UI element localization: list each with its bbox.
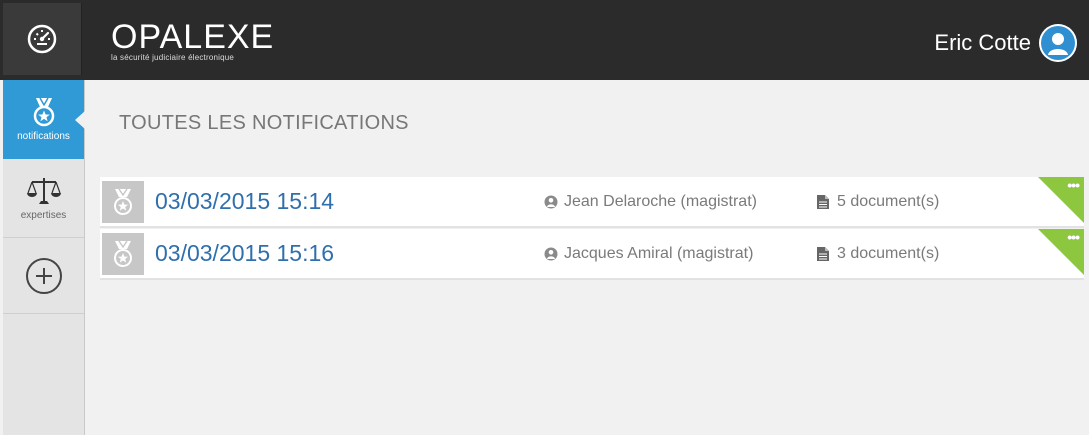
notification-documents: 5 document(s) xyxy=(817,193,939,211)
sidebar-item-label: notifications xyxy=(17,131,70,142)
sidebar-item-label: expertises xyxy=(20,209,67,221)
user-menu[interactable]: Eric Cotte xyxy=(934,23,1077,63)
user-name: Eric Cotte xyxy=(934,30,1031,55)
notification-list: 03/03/2015 15:14 Jean Delaroche (magistr… xyxy=(100,177,1084,281)
page-title: TOUTES LES NOTIFICATIONS xyxy=(119,112,409,134)
user-icon xyxy=(544,247,558,261)
speedometer-icon xyxy=(27,24,57,54)
notification-author: Jacques Amiral (magistrat) xyxy=(544,245,753,263)
author-name: Jean Delaroche (magistrat) xyxy=(564,193,757,210)
notification-date-link[interactable]: 03/03/2015 15:14 xyxy=(155,188,334,215)
documents-count: 3 document(s) xyxy=(837,245,940,262)
sidebar-item-expertises[interactable]: expertises xyxy=(3,159,84,238)
notification-documents: 3 document(s) xyxy=(817,245,939,263)
notification-row[interactable]: 03/03/2015 15:14 Jean Delaroche (magistr… xyxy=(100,177,1084,228)
document-icon xyxy=(817,247,829,261)
dashboard-button[interactable] xyxy=(3,3,82,75)
more-icon[interactable]: ••• xyxy=(1067,230,1080,244)
brand-logo[interactable]: OPALEXE la sécurité judiciaire électroni… xyxy=(111,20,274,62)
plus-circle-icon xyxy=(25,257,62,294)
brand-name: OPALEXE xyxy=(111,18,275,56)
sidebar: notifications expertises xyxy=(3,80,85,435)
user-avatar-icon[interactable] xyxy=(1039,24,1077,62)
document-icon xyxy=(817,195,829,209)
top-bar: OPALEXE la sécurité judiciaire électroni… xyxy=(0,0,1089,80)
notification-date-link[interactable]: 03/03/2015 15:16 xyxy=(155,240,334,267)
sidebar-item-notifications[interactable]: notifications xyxy=(3,80,85,159)
add-button[interactable] xyxy=(3,238,84,314)
more-icon[interactable]: ••• xyxy=(1067,178,1080,192)
medal-icon xyxy=(33,97,54,127)
documents-count: 5 document(s) xyxy=(837,193,940,210)
scales-icon xyxy=(26,177,61,204)
medal-icon xyxy=(102,233,144,275)
notification-row[interactable]: 03/03/2015 15:16 Jacques Amiral (magistr… xyxy=(100,229,1084,280)
user-icon xyxy=(544,195,558,209)
medal-icon xyxy=(102,181,144,223)
author-name: Jacques Amiral (magistrat) xyxy=(564,245,754,262)
notification-author: Jean Delaroche (magistrat) xyxy=(544,193,757,211)
